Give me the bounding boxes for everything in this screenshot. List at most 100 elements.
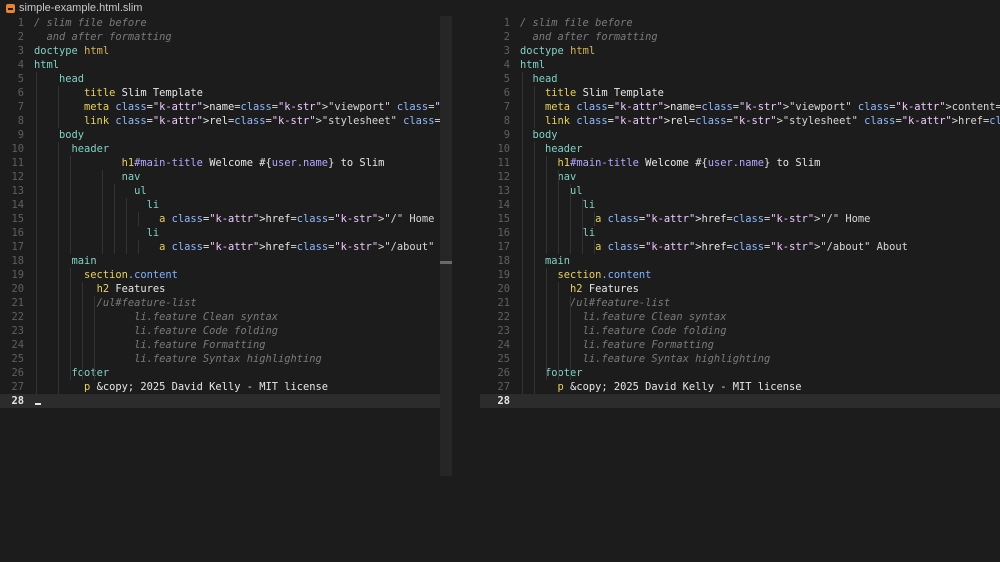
editor-pane-right[interactable]: 1/ slim file before 2 and after formattin… (480, 16, 1000, 562)
indent-guide (138, 212, 139, 226)
code-line[interactable]: 16 li (0, 226, 452, 240)
line-number: 4 (17, 59, 24, 71)
line-number: 15 (497, 213, 510, 225)
code-line[interactable]: 26 footer (0, 366, 452, 380)
code-line[interactable]: 7 meta class="k-attr">name=class="k-str"… (480, 100, 1000, 114)
line-number: 5 (503, 73, 510, 85)
text-cursor (35, 403, 41, 405)
code-line[interactable]: 2 and after formatting (0, 30, 452, 44)
code-text: footer (545, 367, 583, 379)
code-text: ul (570, 185, 583, 197)
code-line[interactable]: 2 and after formatting (480, 30, 1000, 44)
code-line[interactable]: 4 html (0, 58, 452, 72)
line-number: 23 (11, 325, 24, 337)
splitter-handle[interactable] (440, 261, 452, 264)
indent-guide (570, 184, 571, 254)
code-text: title Slim Template (545, 87, 664, 99)
line-number: 25 (497, 353, 510, 365)
code-text: h1#main-title Welcome #{user.name} to Sl… (557, 157, 821, 169)
code-text: / slim file before (520, 17, 633, 29)
code-line[interactable]: 6 title Slim Template (0, 86, 452, 100)
line-number: 14 (497, 199, 510, 211)
code-line[interactable]: 24 li.feature Formatting (0, 338, 452, 352)
code-line[interactable]: 7 meta class="k-attr">name=class="k-str"… (0, 100, 452, 114)
code-line[interactable]: 27 p &copy; 2025 David Kelly - MIT licen… (480, 380, 1000, 394)
code-text: p &copy; 2025 David Kelly - MIT license (84, 381, 329, 393)
line-number: 3 (17, 45, 24, 57)
code-text: nav (557, 171, 577, 183)
code-line[interactable]: 5 head (0, 72, 452, 86)
code-line[interactable]: 20 h2 Features (0, 282, 452, 296)
line-number: 20 (11, 283, 24, 295)
code-line[interactable]: 22 li.feature Clean syntax (0, 310, 452, 324)
code-text: section.content (557, 269, 652, 281)
line-number: 24 (497, 339, 510, 351)
code-line[interactable]: 9 body (480, 128, 1000, 142)
file-tab[interactable]: simple-example.html.slim (6, 1, 142, 15)
indent-guide (94, 296, 95, 380)
editor-pane-left[interactable]: 1/ slim file before 2 and after formattin… (0, 16, 452, 562)
indent-guide (582, 198, 583, 254)
code-line[interactable]: 27 p &copy; 2025 David Kelly - MIT licen… (0, 380, 452, 394)
code-text: /ul#feature-list (570, 297, 671, 309)
code-line[interactable]: 8 link class="k-attr">rel=class="k-str">… (0, 114, 452, 128)
code-line[interactable]: 13 ul (0, 184, 452, 198)
code-line[interactable]: 21 /ul#feature-list (0, 296, 452, 310)
code-text: li.feature Clean syntax (582, 311, 727, 323)
code-line[interactable]: 11 h1#main-title Welcome #{user.name} to… (480, 156, 1000, 170)
code-text: li.feature Formatting (582, 339, 714, 351)
code-text: nav (121, 171, 141, 183)
code-text: a class="k-attr">href=class="k-str">"/ab… (595, 241, 908, 253)
code-line[interactable]: 18 main (480, 254, 1000, 268)
code-line[interactable]: 6 title Slim Template (480, 86, 1000, 100)
code-line[interactable]: 12 nav (0, 170, 452, 184)
code-line[interactable]: 5 head (480, 72, 1000, 86)
line-number: 5 (17, 73, 24, 85)
code-line[interactable]: 17 a class="k-attr">href=class="k-str">"… (0, 240, 452, 254)
code-text: li.feature Formatting (134, 339, 266, 351)
code-text: doctype html (520, 45, 596, 57)
indent-guide (546, 156, 547, 254)
code-line[interactable]: 28 (480, 394, 1000, 408)
code-line[interactable]: 25 li.feature Syntax highlighting (0, 352, 452, 366)
code-text: li.feature Code folding (582, 325, 727, 337)
code-line[interactable]: 11 h1#main-title Welcome #{user.name} to… (0, 156, 452, 170)
code-text: html (520, 59, 546, 71)
line-number: 11 (497, 157, 510, 169)
code-line[interactable]: 1 / slim file before (0, 16, 452, 30)
code-text: h2 Features (96, 283, 166, 295)
code-line[interactable]: 10 header (480, 142, 1000, 156)
indent-guide (58, 86, 59, 128)
code-line[interactable]: 14 li (0, 198, 452, 212)
code-line[interactable]: 1 / slim file before (480, 16, 1000, 30)
line-number: 19 (497, 269, 510, 281)
line-number: 27 (11, 381, 24, 393)
line-number: 24 (11, 339, 24, 351)
code-line[interactable]: 19 section.content (480, 268, 1000, 282)
line-number: 2 (503, 31, 510, 43)
line-number: 19 (11, 269, 24, 281)
line-number: 9 (17, 129, 24, 141)
code-line[interactable]: 3 doctype html (480, 44, 1000, 58)
code-text: title Slim Template (84, 87, 203, 99)
code-line[interactable]: 18 main (0, 254, 452, 268)
pane-splitter[interactable] (440, 16, 452, 476)
code-text: a class="k-attr">href=class="k-str">"/" … (595, 213, 871, 225)
code-line[interactable]: 10 header (0, 142, 452, 156)
code-line[interactable]: 19 section.content (0, 268, 452, 282)
code-line[interactable]: 3 doctype html (0, 44, 452, 58)
line-number: 12 (11, 171, 24, 183)
code-text: meta class="k-attr">name=class="k-str">"… (545, 101, 1000, 113)
code-line[interactable]: 28 (0, 394, 452, 408)
line-number: 18 (11, 255, 24, 267)
code-line[interactable]: 4 html (480, 58, 1000, 72)
code-line[interactable]: 8 link class="k-attr">rel=class="k-str">… (480, 114, 1000, 128)
line-number: 23 (497, 325, 510, 337)
line-number: 8 (17, 115, 24, 127)
code-line[interactable]: 15 a class="k-attr">href=class="k-str">"… (0, 212, 452, 226)
indent-guide (102, 170, 103, 254)
code-line[interactable]: 23 li.feature Code folding (0, 324, 452, 338)
indent-guide (534, 86, 535, 128)
code-line[interactable]: 9 body (0, 128, 452, 142)
line-number: 6 (503, 87, 510, 99)
